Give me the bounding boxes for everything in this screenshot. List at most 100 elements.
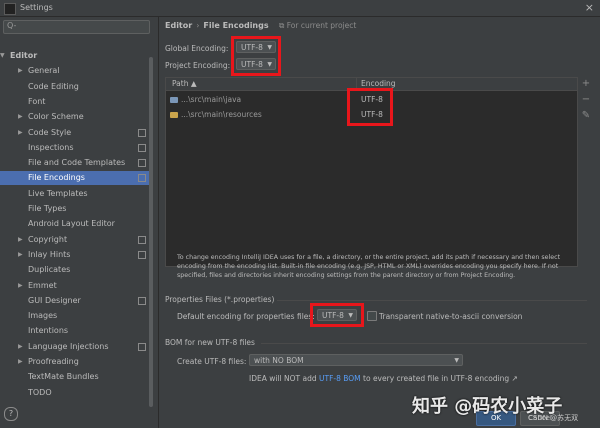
bom-select[interactable]: with NO BOM ▼ — [249, 354, 463, 366]
chevron-down-icon[interactable]: ▼ — [0, 49, 5, 63]
sidebar-item[interactable]: ▼ Editor — [0, 49, 152, 63]
project-scope-icon — [138, 174, 146, 183]
sidebar-item-label: Intentions — [28, 326, 69, 336]
encoding-highlight-box — [231, 36, 281, 76]
sidebar-scrollbar[interactable] — [149, 57, 153, 407]
chevron-right-icon[interactable]: ▶ — [18, 340, 23, 354]
row-path: ...\src\main\resources — [181, 110, 262, 119]
sidebar-item-label: Font — [28, 96, 46, 106]
utf8-bom-link[interactable]: UTF-8 BOM — [319, 374, 361, 383]
bom-label: Create UTF-8 files: — [177, 357, 247, 366]
project-scope-icon — [138, 250, 146, 259]
sidebar-item-label: Emmet — [28, 280, 57, 290]
file-encodings-panel: Editor › File Encodings ⧉ For current proj… — [159, 17, 600, 428]
help-button[interactable]: ? — [4, 407, 18, 421]
sidebar-item[interactable]: ▶ Proofreading — [0, 355, 152, 369]
project-scope-icon — [138, 342, 146, 351]
breadcrumb-separator: › — [196, 21, 200, 30]
chevron-right-icon[interactable]: ▶ — [18, 126, 23, 140]
chevron-right-icon[interactable]: ▶ — [18, 279, 23, 293]
sidebar-item[interactable]: ▶ Code Style — [0, 126, 152, 140]
sidebar-item-label: Copyright — [28, 234, 68, 244]
project-encoding-label: Project Encoding: — [165, 61, 231, 70]
sidebar-item-label: Inlay Hints — [28, 249, 71, 259]
bom-note-prefix: IDEA will NOT add — [249, 374, 317, 383]
sidebar-item[interactable]: File Types — [0, 202, 152, 216]
sidebar-item[interactable]: Duplicates — [0, 263, 152, 277]
project-scope-icon — [138, 235, 146, 244]
breadcrumb-parent[interactable]: Editor — [165, 21, 192, 30]
sidebar-item[interactable]: Images — [0, 309, 152, 323]
settings-sidebar: Q- ▼ Editor ▶ General Code Editing Font ▶ Color… — [0, 17, 159, 428]
global-encoding-label: Global Encoding: — [165, 44, 229, 53]
chevron-right-icon[interactable]: ▶ — [18, 110, 23, 124]
sidebar-item-label: Proofreading — [28, 357, 79, 366]
source-folder-icon — [170, 97, 178, 103]
sidebar-item[interactable]: GUI Designer — [0, 294, 152, 308]
sidebar-item-label: Color Scheme — [28, 112, 84, 122]
sidebar-item-label: Editor — [10, 51, 38, 60]
chevron-right-icon[interactable]: ▶ — [18, 355, 23, 369]
sidebar-item-label: General — [28, 66, 60, 76]
native-to-ascii-label: Transparent native-to-ascii conversion — [379, 312, 523, 321]
properties-highlight-box — [310, 303, 364, 327]
sidebar-item[interactable]: ▶ Language Injections — [0, 340, 152, 354]
bom-section-title: BOM for new UTF-8 files — [165, 338, 255, 347]
sidebar-item-label: TODO — [28, 387, 52, 397]
title-bar: Settings × — [0, 0, 600, 17]
sidebar-item-label: TextMate Bundles — [28, 372, 99, 382]
row-encoding-highlight-box — [347, 88, 393, 126]
settings-search-input[interactable]: Q- — [3, 20, 150, 34]
remove-icon[interactable]: − — [579, 93, 593, 107]
sidebar-item-label: Inspections — [28, 142, 74, 152]
sidebar-item[interactable]: TextMate Bundles — [0, 370, 152, 384]
sidebar-item[interactable]: File and Code Templates — [0, 156, 152, 170]
sidebar-item[interactable]: ▶ General — [0, 64, 152, 78]
properties-section-title: Properties Files (*.properties) — [165, 295, 275, 304]
sidebar-item[interactable]: Live Templates — [0, 187, 152, 201]
project-scope-icon — [138, 296, 146, 305]
for-current-project-label: For current project — [286, 21, 357, 30]
chevron-right-icon[interactable]: ▶ — [18, 64, 23, 78]
sidebar-item-label: Live Templates — [28, 188, 88, 198]
project-scope-icon: ⧉ — [279, 21, 287, 30]
sidebar-item[interactable]: TODO — [0, 386, 152, 400]
sidebar-item-label: File and Code Templates — [28, 158, 126, 168]
encoding-help-text: To change encoding IntelliJ IDEA uses fo… — [177, 254, 561, 279]
window-title: Settings — [20, 3, 53, 12]
project-scope-icon — [138, 143, 146, 152]
sidebar-item[interactable]: Inspections — [0, 141, 152, 155]
project-scope-icon — [138, 159, 146, 168]
sidebar-item[interactable]: Android Layout Editor — [0, 217, 152, 231]
resources-folder-icon — [170, 112, 178, 118]
sidebar-item-label: Android Layout Editor — [28, 219, 115, 229]
add-icon[interactable]: + — [579, 77, 593, 91]
chevron-right-icon[interactable]: ▶ — [18, 248, 23, 262]
bom-note-suffix: to every created file in UTF-8 encoding … — [363, 374, 518, 383]
bom-note: IDEA will NOT add UTF-8 BOM to every cre… — [249, 374, 518, 383]
column-header-encoding[interactable]: Encoding — [361, 79, 396, 88]
sidebar-item[interactable]: ▶ Emmet — [0, 279, 152, 293]
sidebar-item[interactable]: Font — [0, 95, 152, 109]
sidebar-item[interactable]: Intentions — [0, 324, 152, 338]
sidebar-item-label: File Encodings — [28, 173, 85, 183]
sidebar-item[interactable]: File Encodings — [0, 171, 152, 186]
sidebar-item[interactable]: Code Editing — [0, 80, 152, 94]
native-to-ascii-checkbox[interactable] — [367, 311, 377, 321]
sidebar-item[interactable]: ▶ Copyright — [0, 233, 152, 247]
column-header-path[interactable]: Path ▲ — [172, 79, 197, 88]
sidebar-item[interactable]: ▶ Inlay Hints — [0, 248, 152, 262]
sidebar-item-label: Code Style — [28, 127, 72, 137]
section-divider — [261, 343, 587, 344]
edit-icon[interactable]: ✎ — [579, 109, 593, 123]
properties-encoding-label: Default encoding for properties files: — [177, 312, 315, 321]
csdn-watermark: CSDN @苏无双 — [528, 414, 579, 422]
app-icon — [4, 3, 16, 15]
chevron-right-icon[interactable]: ▶ — [18, 233, 23, 247]
close-icon[interactable]: × — [585, 1, 594, 14]
sidebar-item-label: Language Injections — [28, 341, 109, 351]
sidebar-item[interactable]: ▶ Color Scheme — [0, 110, 152, 124]
sidebar-item-label: GUI Designer — [28, 295, 81, 305]
breadcrumb-current: File Encodings — [203, 21, 269, 30]
breadcrumb: Editor › File Encodings — [165, 21, 269, 30]
